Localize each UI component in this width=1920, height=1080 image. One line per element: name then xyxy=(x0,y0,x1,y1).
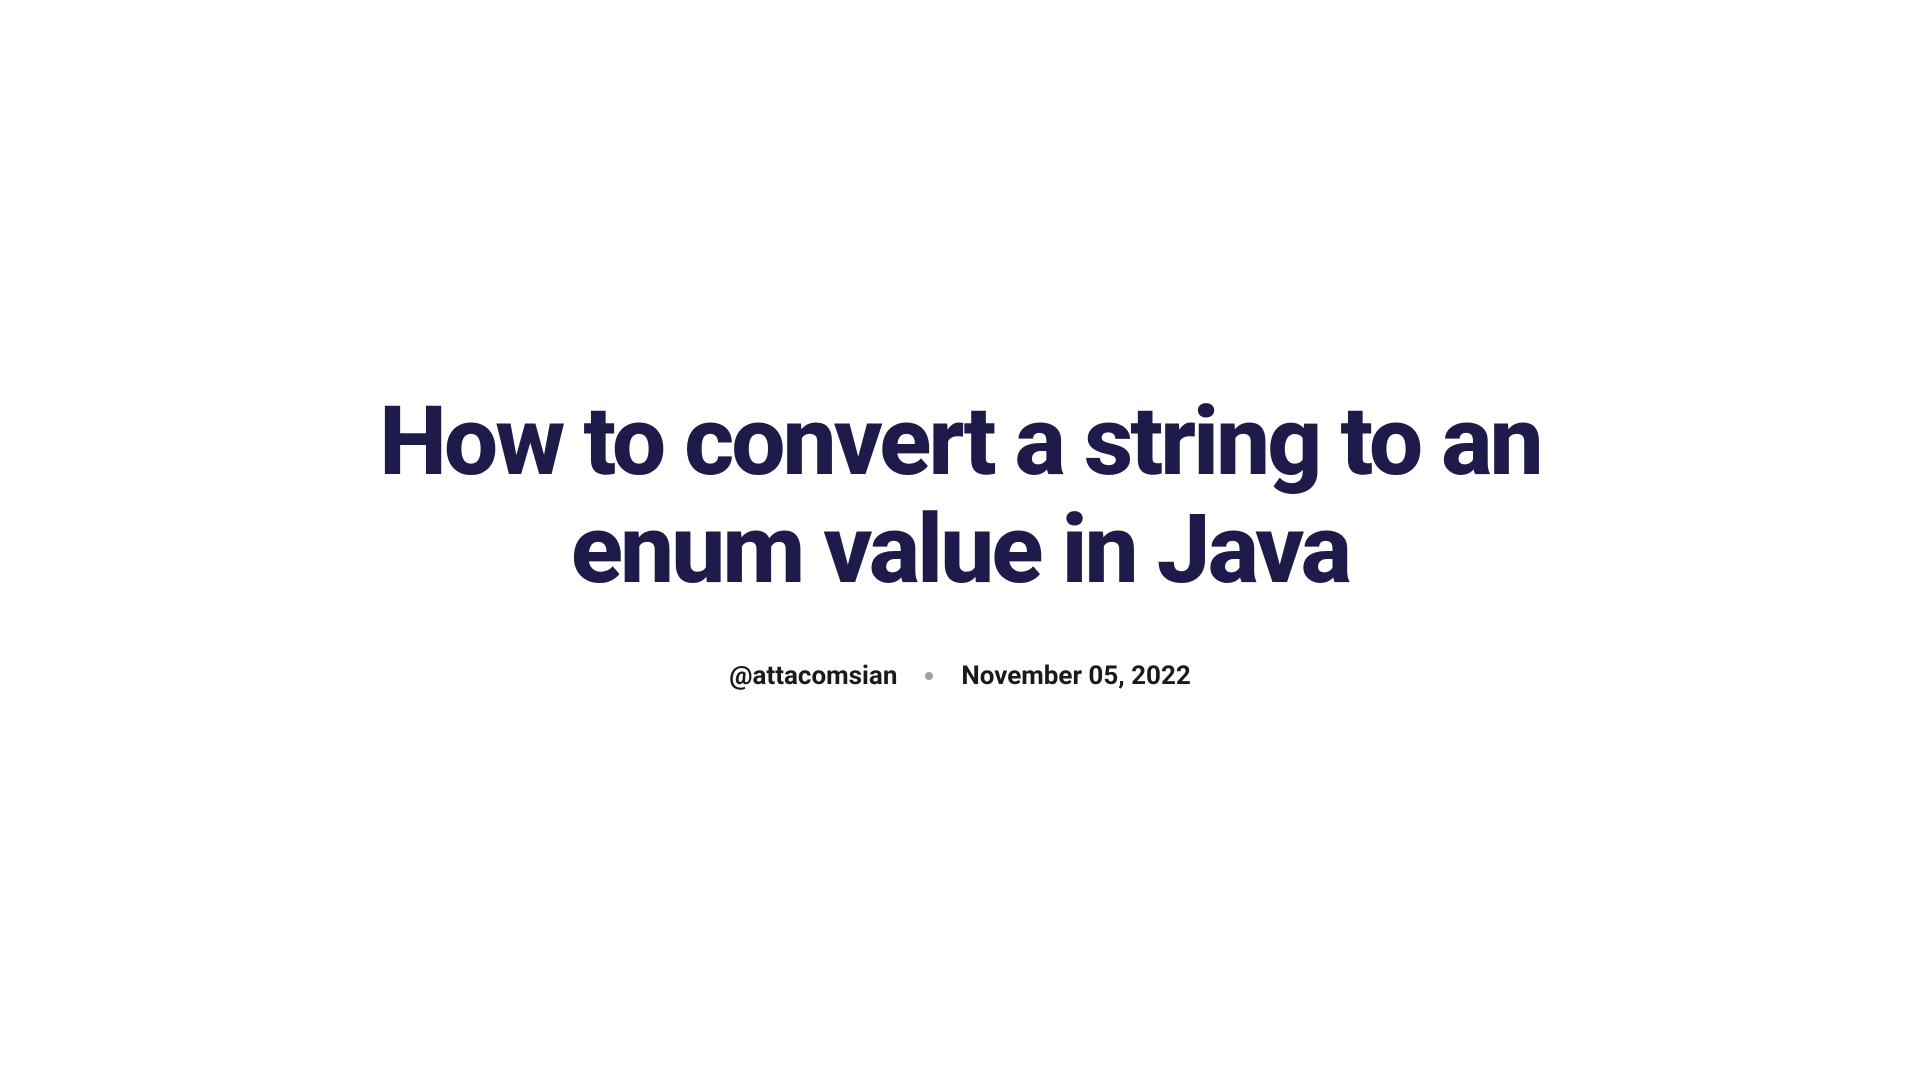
article-title: How to convert a string to an enum value… xyxy=(320,389,1600,604)
article-author[interactable]: @attacomsian xyxy=(729,661,897,691)
article-header: How to convert a string to an enum value… xyxy=(320,389,1600,690)
article-date: November 05, 2022 xyxy=(961,661,1190,691)
article-meta: @attacomsian November 05, 2022 xyxy=(729,661,1191,691)
meta-separator-icon xyxy=(925,672,933,680)
